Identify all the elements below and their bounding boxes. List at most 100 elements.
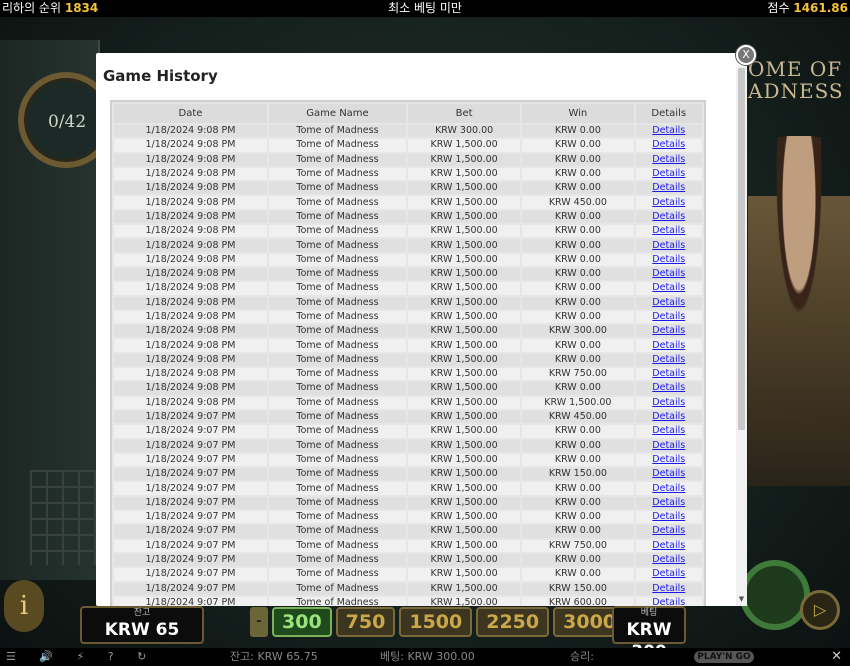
cell-bet: KRW 1,500.00 [408,582,521,595]
cell-date: 1/18/2024 9:08 PM [114,125,267,138]
scrollbar-thumb[interactable] [738,68,745,430]
brand-logo: PLAY'N GO [694,651,754,663]
cell-game-name: Tome of Madness [268,596,407,606]
bet-decrease-button[interactable]: - [250,607,268,637]
details-link[interactable]: Details [652,254,685,265]
details-link[interactable]: Details [652,483,685,494]
cell-bet: KRW 1,500.00 [408,153,521,166]
scroll-down-icon[interactable]: ▼ [736,594,747,604]
details-link[interactable]: Details [652,197,685,208]
cell-date: 1/18/2024 9:08 PM [114,167,267,181]
cell-details: Details [635,396,702,409]
cell-date: 1/18/2024 9:08 PM [114,368,267,381]
details-link[interactable]: Details [652,240,685,251]
details-link[interactable]: Details [652,325,685,336]
details-link[interactable]: Details [652,540,685,551]
details-link[interactable]: Details [652,568,685,579]
cell-bet: KRW 1,500.00 [408,225,521,238]
table-row: 1/18/2024 9:08 PM Tome of Madness KRW 1,50… [114,210,702,224]
cell-bet: KRW 1,500.00 [408,382,521,395]
cell-bet: KRW 1,500.00 [408,182,521,195]
cell-details: Details [635,196,702,209]
autoplay-button[interactable]: ▷ [800,590,840,630]
details-link[interactable]: Details [652,382,685,393]
details-link[interactable]: Details [652,554,685,565]
cell-bet: KRW 1,500.00 [408,439,521,452]
bet-option[interactable]: 1500 [399,607,473,637]
cell-game-name: Tome of Madness [268,310,407,324]
details-link[interactable]: Details [652,597,685,606]
cell-bet: KRW 1,500.00 [408,325,521,338]
details-link[interactable]: Details [652,468,685,479]
cell-date: 1/18/2024 9:08 PM [114,182,267,195]
cell-win: KRW 0.00 [522,267,634,281]
score-value: 1461.86 [793,1,848,15]
cell-date: 1/18/2024 9:08 PM [114,210,267,224]
details-link[interactable]: Details [652,368,685,379]
details-link[interactable]: Details [652,182,685,193]
details-link[interactable]: Details [652,511,685,522]
cell-bet: KRW 1,500.00 [408,525,521,538]
cell-bet: KRW 1,500.00 [408,210,521,224]
cell-date: 1/18/2024 9:08 PM [114,196,267,209]
details-link[interactable]: Details [652,125,685,136]
details-link[interactable]: Details [652,168,685,179]
cell-bet: KRW 1,500.00 [408,453,521,467]
details-link[interactable]: Details [652,211,685,222]
details-link[interactable]: Details [652,340,685,351]
cell-date: 1/18/2024 9:07 PM [114,582,267,595]
details-link[interactable]: Details [652,354,685,365]
cell-game-name: Tome of Madness [268,425,407,438]
details-link[interactable]: Details [652,411,685,422]
details-link[interactable]: Details [652,139,685,150]
dialog-scrollbar[interactable]: ▼ [736,66,747,606]
cell-win: KRW 750.00 [522,539,634,552]
details-link[interactable]: Details [652,154,685,165]
details-link[interactable]: Details [652,311,685,322]
details-link[interactable]: Details [652,440,685,451]
score-label: 점수 [767,1,790,15]
cell-bet: KRW 1,500.00 [408,353,521,367]
bet-option[interactable]: 750 [335,607,396,637]
cell-win: KRW 1,500.00 [522,396,634,409]
bet-option[interactable]: 2250 [476,607,550,637]
details-link[interactable]: Details [652,282,685,293]
details-link[interactable]: Details [652,525,685,536]
table-row: 1/18/2024 9:08 PM Tome of Madness KRW 1,50… [114,396,702,409]
cell-date: 1/18/2024 9:07 PM [114,511,267,524]
cell-bet: KRW 1,500.00 [408,396,521,409]
cell-date: 1/18/2024 9:07 PM [114,439,267,452]
settings-icons[interactable]: ☰ 🔊 ⚡ ? ↻ [6,648,156,666]
close-dialog-button[interactable]: X [736,45,756,65]
history-table-container[interactable]: Date Game Name Bet Win Details 1/18/2024… [110,100,706,606]
character-illustration [748,136,850,486]
cell-date: 1/18/2024 9:08 PM [114,353,267,367]
details-link[interactable]: Details [652,297,685,308]
cell-bet: KRW 1,500.00 [408,310,521,324]
cell-bet: KRW 1,500.00 [408,425,521,438]
info-button[interactable]: i [4,580,44,632]
details-link[interactable]: Details [652,425,685,436]
details-link[interactable]: Details [652,397,685,408]
details-link[interactable]: Details [652,225,685,236]
cell-date: 1/18/2024 9:08 PM [114,239,267,252]
details-link[interactable]: Details [652,497,685,508]
details-link[interactable]: Details [652,583,685,594]
cell-win: KRW 0.00 [522,125,634,138]
cell-details: Details [635,539,702,552]
table-row: 1/18/2024 9:07 PM Tome of Madness KRW 1,50… [114,511,702,524]
details-link[interactable]: Details [652,454,685,465]
table-row: 1/18/2024 9:08 PM Tome of Madness KRW 1,50… [114,339,702,352]
cell-win: KRW 450.00 [522,410,634,424]
bet-label: 베팅 [640,608,658,618]
table-row: 1/18/2024 9:07 PM Tome of Madness KRW 1,50… [114,425,702,438]
cell-date: 1/18/2024 9:07 PM [114,496,267,510]
cell-details: Details [635,282,702,295]
bet-option[interactable]: 300 [272,607,332,637]
close-icon[interactable]: ✕ [831,648,842,666]
cell-win: KRW 0.00 [522,239,634,252]
details-link[interactable]: Details [652,268,685,279]
cell-game-name: Tome of Madness [268,368,407,381]
table-row: 1/18/2024 9:07 PM Tome of Madness KRW 1,50… [114,582,702,595]
cell-game-name: Tome of Madness [268,167,407,181]
